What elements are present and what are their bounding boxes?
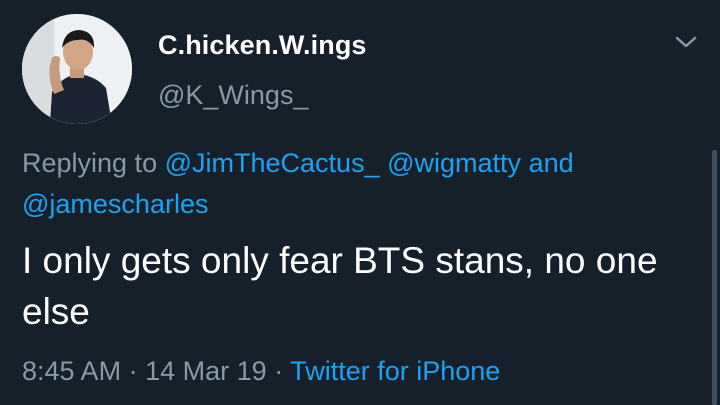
tweet-source-link[interactable]: Twitter for iPhone bbox=[290, 356, 500, 386]
mention-link[interactable]: @wigmatty bbox=[387, 148, 521, 178]
mention-link[interactable]: @jamescharles bbox=[22, 189, 208, 219]
mention-link[interactable]: @JimTheCactus_ bbox=[165, 148, 380, 178]
scrollbar[interactable] bbox=[712, 150, 717, 405]
chevron-down-icon[interactable] bbox=[673, 30, 699, 54]
tweet-meta: 8:45 AM · 14 Mar 19 · Twitter for iPhone bbox=[22, 356, 500, 387]
avatar[interactable] bbox=[22, 14, 132, 124]
meta-separator: · bbox=[128, 356, 138, 386]
tweet-time[interactable]: 8:45 AM bbox=[22, 356, 121, 386]
meta-separator: · bbox=[274, 356, 284, 386]
mention-joiner: and bbox=[528, 148, 574, 178]
avatar-image bbox=[22, 14, 132, 124]
display-name[interactable]: C.hicken.W.ings bbox=[158, 30, 367, 61]
replying-to-label: Replying to bbox=[22, 148, 158, 178]
replying-to-line: Replying to @JimTheCactus_ @wigmatty and… bbox=[22, 143, 662, 225]
user-handle[interactable]: @K_Wings_ bbox=[158, 80, 308, 111]
tweet-text: I only gets only fear BTS stans, no one … bbox=[22, 240, 658, 332]
tweet-card: C.hicken.W.ings @K_Wings_ Replying to @J… bbox=[0, 0, 720, 405]
tweet-date[interactable]: 14 Mar 19 bbox=[145, 356, 267, 386]
